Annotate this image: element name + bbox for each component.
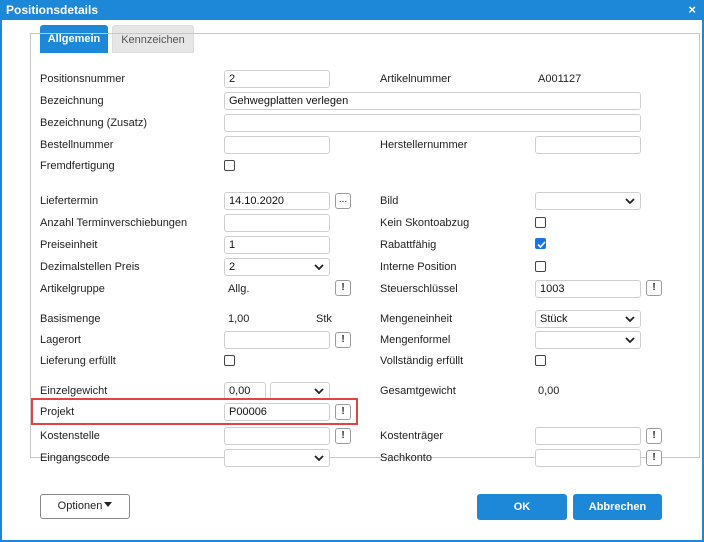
einzelgewicht-label: Einzelgewicht [40, 385, 108, 397]
kein-skontoabzug-checkbox[interactable] [535, 217, 546, 228]
artikelgruppe-label: Artikelgruppe [40, 283, 105, 295]
lieferung-erfuellt-checkbox[interactable] [224, 355, 235, 366]
gesamtgewicht-label: Gesamtgewicht [380, 385, 456, 397]
projekt-info-button[interactable]: ! [335, 404, 351, 420]
anzahl-terminverschiebungen-input[interactable] [224, 214, 330, 232]
sachkonto-label: Sachkonto [380, 452, 432, 464]
preiseinheit-label: Preiseinheit [40, 239, 98, 251]
lagerort-label: Lagerort [40, 334, 81, 346]
bezeichnung-label: Bezeichnung [40, 95, 104, 107]
sachkonto-info-button[interactable]: ! [646, 450, 662, 466]
optionen-button[interactable]: Optionen [40, 494, 130, 519]
anzahl-terminverschiebungen-label: Anzahl Terminverschiebungen [40, 217, 188, 229]
lieferung-erfuellt-label: Lieferung erfüllt [40, 355, 116, 367]
mengeneinheit-select[interactable]: Stück [535, 310, 641, 328]
projekt-label: Projekt [40, 406, 75, 418]
preiseinheit-input[interactable]: 1 [224, 236, 330, 254]
kostenstelle-input[interactable] [224, 427, 330, 445]
lagerort-input[interactable] [224, 331, 330, 349]
basismenge-unit: Stk [316, 313, 332, 325]
mengeneinheit-label: Mengeneinheit [380, 313, 453, 325]
vollstaendig-erfuellt-label: Vollständig erfüllt [380, 355, 464, 367]
checkmark-icon [537, 241, 546, 249]
kostenstelle-info-button[interactable]: ! [335, 428, 351, 444]
bezeichnung-zusatz-input[interactable] [224, 114, 641, 132]
herstellernummer-label: Herstellernummer [380, 139, 468, 151]
bezeichnung-input[interactable]: Gehwegplatten verlegen [224, 92, 641, 110]
chevron-down-icon [625, 198, 635, 205]
kostentraeger-info-button[interactable]: ! [646, 428, 662, 444]
bestellnummer-input[interactable] [224, 136, 330, 154]
fremdfertigung-checkbox[interactable] [224, 160, 235, 171]
dezimalstellen-preis-select[interactable]: 2 [224, 258, 330, 276]
chevron-down-icon [314, 455, 324, 462]
fremdfertigung-label: Fremdfertigung [40, 160, 115, 172]
gesamtgewicht-value: 0,00 [538, 385, 560, 397]
dialog-title: Positionsdetails [6, 3, 99, 17]
herstellernummer-input[interactable] [535, 136, 641, 154]
bezeichnung-zusatz-label: Bezeichnung (Zusatz) [40, 117, 147, 129]
eingangscode-label: Eingangscode [40, 452, 110, 464]
steuerschluessel-input[interactable]: 1003 [535, 280, 641, 298]
bild-label: Bild [380, 195, 399, 207]
mengenformel-label: Mengenformel [380, 334, 451, 346]
artikelgruppe-info-button[interactable]: ! [335, 280, 351, 296]
abbrechen-button[interactable]: Abbrechen [573, 494, 662, 520]
liefertermin-label: Liefertermin [40, 195, 99, 207]
kostentraeger-input[interactable] [535, 427, 641, 445]
lagerort-info-button[interactable]: ! [335, 332, 351, 348]
positionsnummer-label: Positionsnummer [40, 73, 125, 85]
positionsnummer-input[interactable]: 2 [224, 70, 330, 88]
interne-position-label: Interne Position [380, 261, 457, 273]
chevron-down-icon [314, 388, 324, 395]
kostenstelle-label: Kostenstelle [40, 430, 100, 442]
caret-down-icon [104, 502, 113, 507]
close-icon[interactable]: × [688, 2, 696, 17]
artikelnummer-label: Artikelnummer [380, 73, 451, 85]
rabattfaehig-label: Rabattfähig [380, 239, 437, 251]
vollstaendig-erfuellt-checkbox[interactable] [535, 355, 546, 366]
chevron-down-icon [314, 264, 324, 271]
rabattfaehig-checkbox[interactable] [535, 238, 546, 249]
dezimalstellen-preis-value: 2 [229, 261, 236, 273]
optionen-label: Optionen [57, 500, 103, 512]
dialog-titlebar: Positionsdetails × [0, 0, 704, 20]
bild-select[interactable] [535, 192, 641, 210]
bestellnummer-label: Bestellnummer [40, 139, 114, 151]
mengenformel-select[interactable] [535, 331, 641, 349]
steuerschluessel-label: Steuerschlüssel [380, 283, 458, 295]
chevron-down-icon [625, 337, 635, 344]
kein-skontoabzug-label: Kein Skontoabzug [380, 217, 470, 229]
basismenge-label: Basismenge [40, 313, 101, 325]
chevron-down-icon [625, 316, 635, 323]
basismenge-value: 1,00 [228, 313, 250, 325]
liefertermin-input[interactable]: 14.10.2020 [224, 192, 330, 210]
projekt-input[interactable]: P00006 [224, 403, 330, 421]
ok-button[interactable]: OK [477, 494, 567, 520]
artikelnummer-value: A001127 [538, 73, 582, 85]
eingangscode-select[interactable] [224, 449, 330, 467]
interne-position-checkbox[interactable] [535, 261, 546, 272]
dezimalstellen-preis-label: Dezimalstellen Preis [40, 261, 140, 273]
kostentraeger-label: Kostenträger [380, 430, 443, 442]
mengeneinheit-value: Stück [540, 313, 568, 325]
date-picker-button[interactable]: ... [335, 193, 351, 209]
steuerschluessel-info-button[interactable]: ! [646, 280, 662, 296]
sachkonto-input[interactable] [535, 449, 641, 467]
artikelgruppe-value: Allg. [228, 283, 250, 295]
